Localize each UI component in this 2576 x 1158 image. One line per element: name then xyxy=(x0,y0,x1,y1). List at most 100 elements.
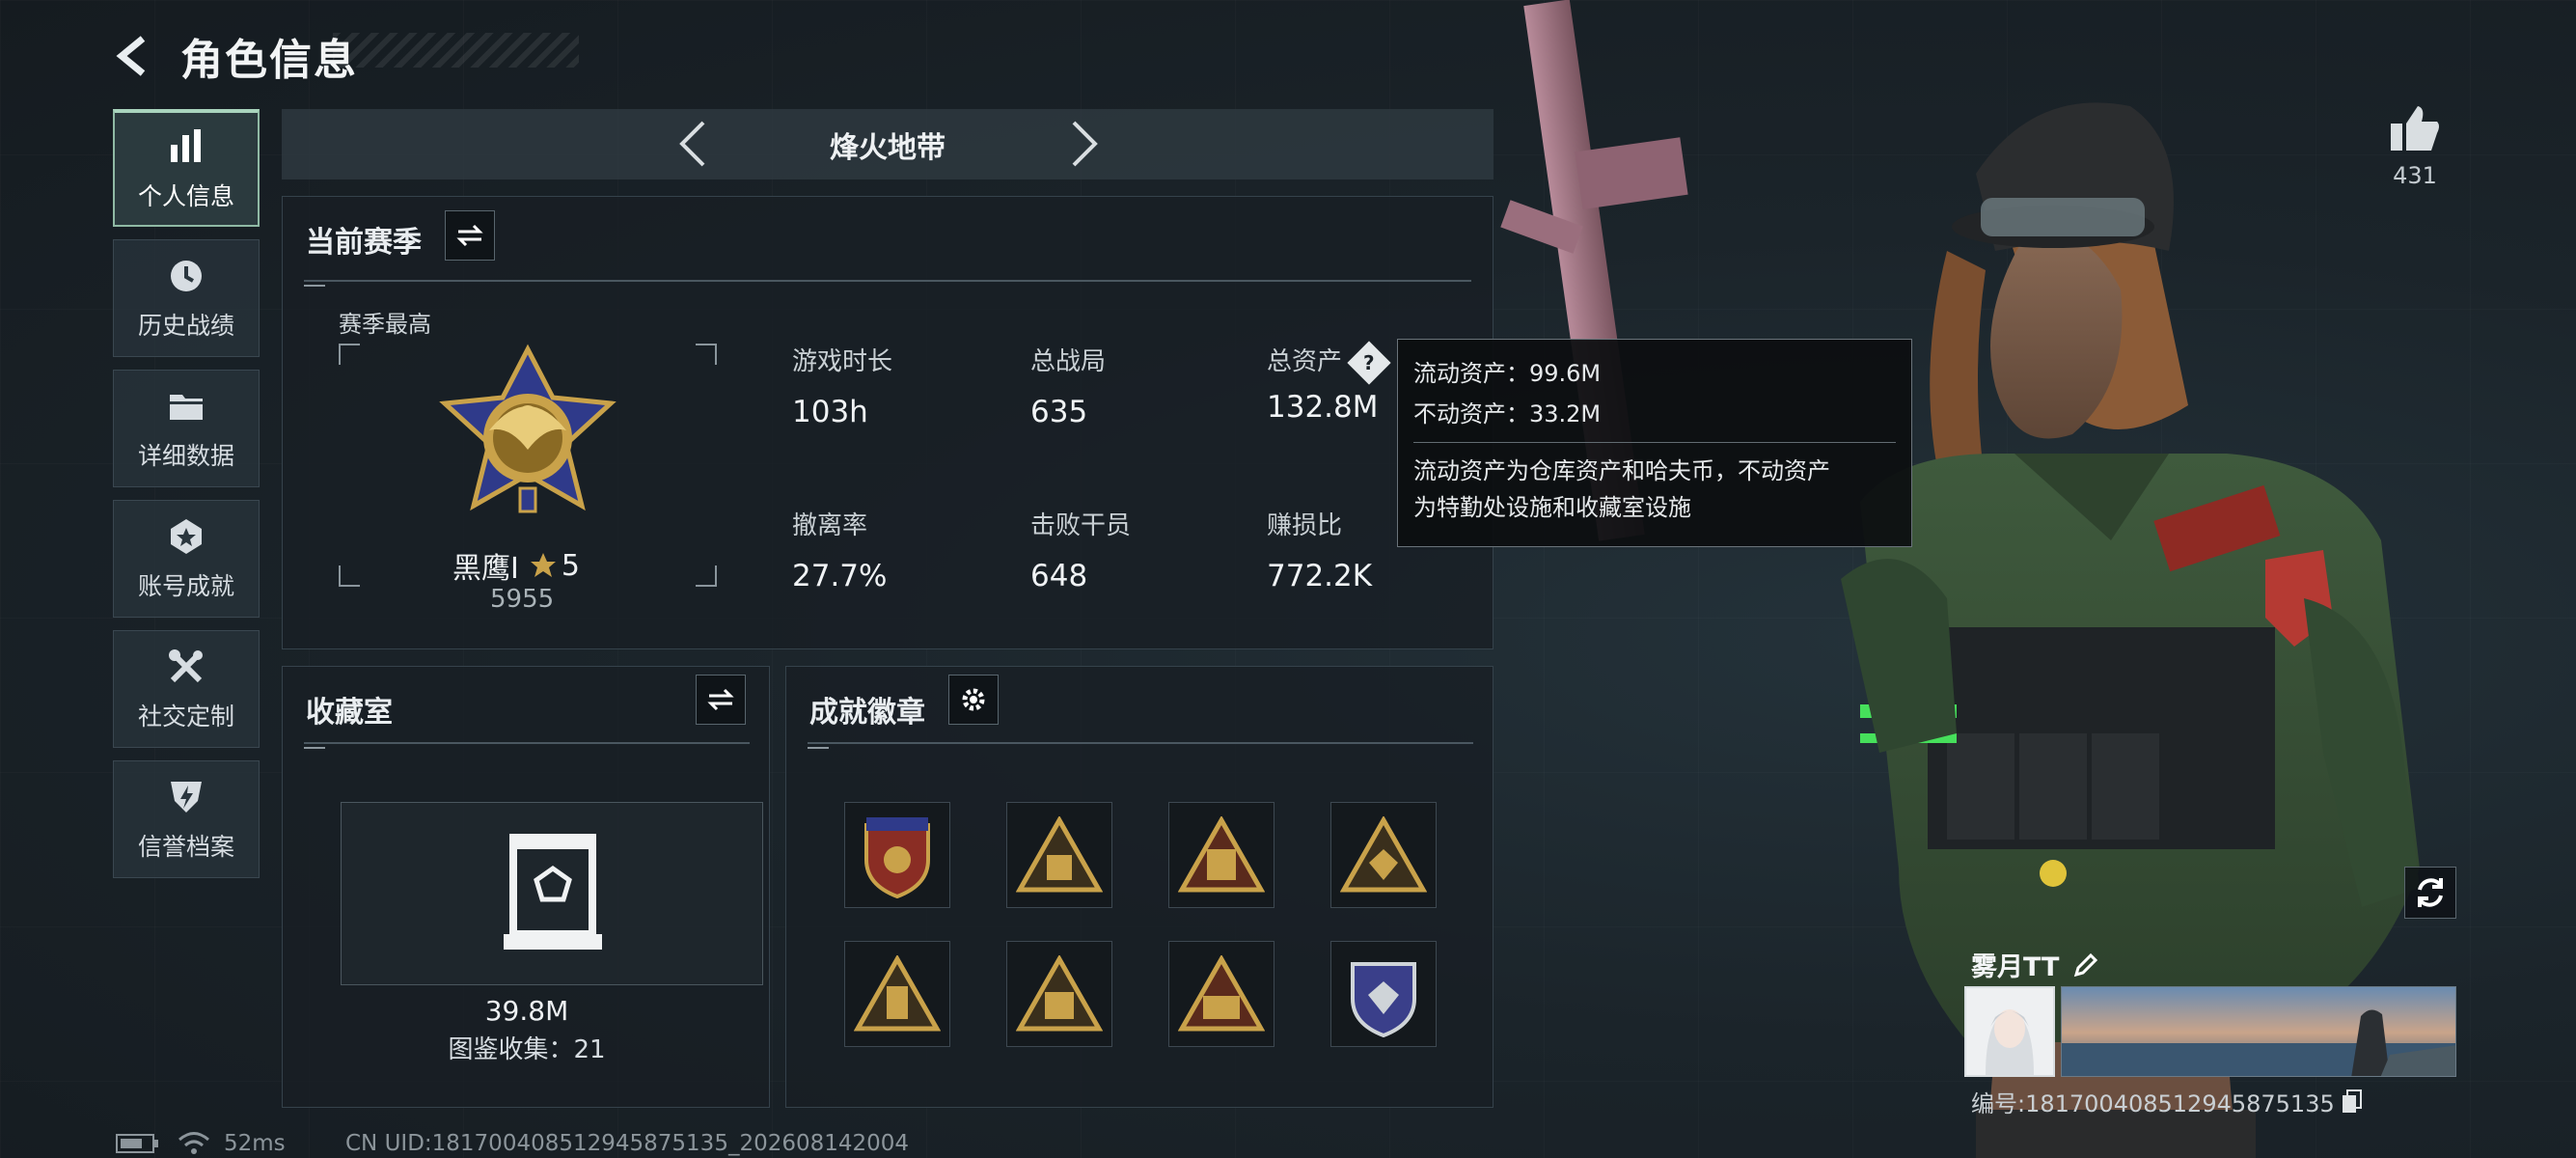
player-id-text: 编号:181700408512945875135 xyxy=(1971,1090,2335,1117)
stat-label: 总资产? xyxy=(1267,340,1391,385)
nav-label: 个人信息 xyxy=(137,182,234,210)
rank-emblem-icon xyxy=(439,344,617,513)
badge-slot-7[interactable] xyxy=(1168,941,1274,1047)
stat-play-time: 游戏时长 103h xyxy=(792,342,892,429)
box-triangle-icon xyxy=(1016,955,1103,1032)
stat-value: 132.8M xyxy=(1267,389,1379,425)
gem-triangle-icon xyxy=(1340,816,1427,893)
rank-stars: 5 xyxy=(561,548,580,583)
badge-slot-6[interactable] xyxy=(1006,941,1112,1047)
history-clock-icon xyxy=(165,255,207,297)
tooltip-liquid-assets: 流动资产：99.6M xyxy=(1413,360,1602,387)
tower-triangle-icon xyxy=(1178,955,1265,1032)
avatar-image xyxy=(1966,988,2053,1075)
wifi-icon xyxy=(178,1132,209,1154)
stat-value: 103h xyxy=(792,395,868,429)
credit-shield-icon xyxy=(165,776,207,818)
banner-image xyxy=(2062,987,2455,1076)
building-triangle-icon xyxy=(1178,816,1265,893)
nav-label: 历史战绩 xyxy=(137,312,234,340)
sidebar-nav: 个人信息 历史战绩 详细数据 账号成就 社交定制 信誉档案 xyxy=(113,109,260,891)
badge-slot-5[interactable] xyxy=(844,941,950,1047)
nav-item-achievements[interactable]: 账号成就 xyxy=(113,500,260,618)
divider xyxy=(808,742,1473,749)
stat-label-text: 总资产 xyxy=(1267,347,1343,376)
nav-label: 信誉档案 xyxy=(137,833,234,861)
badge-slot-1[interactable] xyxy=(844,802,950,908)
swap-icon xyxy=(707,688,734,711)
badges-panel: 成就徽章 xyxy=(785,666,1494,1108)
back-arrow-icon[interactable] xyxy=(111,32,159,80)
collection-value: 39.8M xyxy=(484,995,569,1027)
badge-slot-8[interactable] xyxy=(1330,941,1437,1047)
star-icon xyxy=(530,553,556,577)
collection-panel: 收藏室 39.8M 图鉴收集：21 xyxy=(282,666,770,1108)
help-icon[interactable]: ? xyxy=(1347,340,1391,385)
rank-name-text: 黑鹰I xyxy=(452,552,519,586)
stat-total-assets: 总资产? 132.8M xyxy=(1267,340,1391,425)
switch-season-button[interactable] xyxy=(445,210,495,261)
nav-item-details[interactable]: 详细数据 xyxy=(113,370,260,487)
tooltip-description-2: 为特勤处设施和收藏室设施 xyxy=(1413,494,1691,521)
nav-item-history[interactable]: 历史战绩 xyxy=(113,239,260,357)
next-mode-arrow-icon[interactable] xyxy=(1059,119,1110,169)
mode-title: 烽火地带 xyxy=(830,130,945,165)
nav-item-social[interactable]: 社交定制 xyxy=(113,630,260,748)
nav-label: 详细数据 xyxy=(137,442,234,470)
stat-operators-defeated: 击败干员 648 xyxy=(1030,506,1131,593)
shield-emblem-icon xyxy=(864,817,930,898)
refresh-icon xyxy=(2418,878,2443,907)
badges-settings-button[interactable] xyxy=(948,675,999,725)
rank-points: 5955 xyxy=(490,585,555,614)
nav-item-credit[interactable]: 信誉档案 xyxy=(113,760,260,878)
gear-icon xyxy=(962,688,985,711)
stat-value: 27.7% xyxy=(792,559,888,593)
stat-value: 635 xyxy=(1030,395,1088,429)
silver-gem-shield-icon xyxy=(1351,962,1416,1037)
mode-selector: 烽火地带 xyxy=(282,109,1494,179)
lantern-triangle-icon xyxy=(854,955,941,1032)
uid-text: CN UID:181700408512945875135_20260814200… xyxy=(345,1131,910,1156)
achievement-badge-icon xyxy=(165,515,207,558)
stat-label: 赚损比 xyxy=(1267,511,1343,540)
header: 角色信息 xyxy=(111,25,358,87)
status-bar: 52ms xyxy=(116,1131,286,1156)
stat-label: 击败干员 xyxy=(1030,511,1132,540)
bar-chart-icon xyxy=(165,125,207,168)
tooltip-description-1: 流动资产为仓库资产和哈夫币，不动资产 xyxy=(1413,457,1830,484)
nav-item-personal-info[interactable]: 个人信息 xyxy=(113,109,260,227)
stat-value: 648 xyxy=(1030,559,1088,593)
badges-title: 成就徽章 xyxy=(809,696,925,730)
collection-catalog: 图鉴收集：21 xyxy=(448,1035,606,1064)
edit-pencil-icon[interactable] xyxy=(2072,951,2099,979)
wrench-tools-icon xyxy=(165,646,207,688)
badge-slot-3[interactable] xyxy=(1168,802,1274,908)
stat-label: 总战局 xyxy=(1030,347,1107,376)
season-best-label: 赛季最高 xyxy=(339,311,431,338)
badge-slot-4[interactable] xyxy=(1330,802,1437,908)
refresh-button[interactable] xyxy=(2404,867,2456,919)
stat-profit-ratio: 赚损比 772.2K xyxy=(1267,506,1372,593)
season-panel: 当前赛季 赛季最高 黑鹰I 5 5955 游戏时长 103h 总战局 635 总… xyxy=(282,196,1494,649)
like-widget[interactable]: 431 xyxy=(2383,104,2447,189)
battery-icon xyxy=(116,1134,158,1153)
season-title: 当前赛季 xyxy=(306,226,422,260)
divider xyxy=(304,280,1471,287)
assets-tooltip: 流动资产：99.6M 不动资产：33.2M 流动资产为仓库资产和哈夫币，不动资产… xyxy=(1397,339,1912,547)
thumbs-up-icon xyxy=(2391,106,2439,151)
avatar[interactable] xyxy=(1964,986,2055,1077)
tooltip-divider xyxy=(1413,442,1896,443)
copy-icon[interactable] xyxy=(2341,1089,2364,1115)
rank-name: 黑鹰I 5 xyxy=(452,544,580,587)
prev-mode-arrow-icon[interactable] xyxy=(668,119,718,169)
folder-icon xyxy=(165,385,207,427)
player-name-text: 雾月TT xyxy=(1971,952,2060,982)
like-count: 431 xyxy=(2393,162,2437,189)
nav-label: 账号成就 xyxy=(137,572,234,600)
switch-collection-button[interactable] xyxy=(696,675,746,725)
player-banner[interactable] xyxy=(2061,986,2456,1077)
collection-display[interactable] xyxy=(341,802,763,985)
bag-triangle-icon xyxy=(1016,816,1103,893)
badge-slot-2[interactable] xyxy=(1006,802,1112,908)
divider xyxy=(304,742,750,749)
